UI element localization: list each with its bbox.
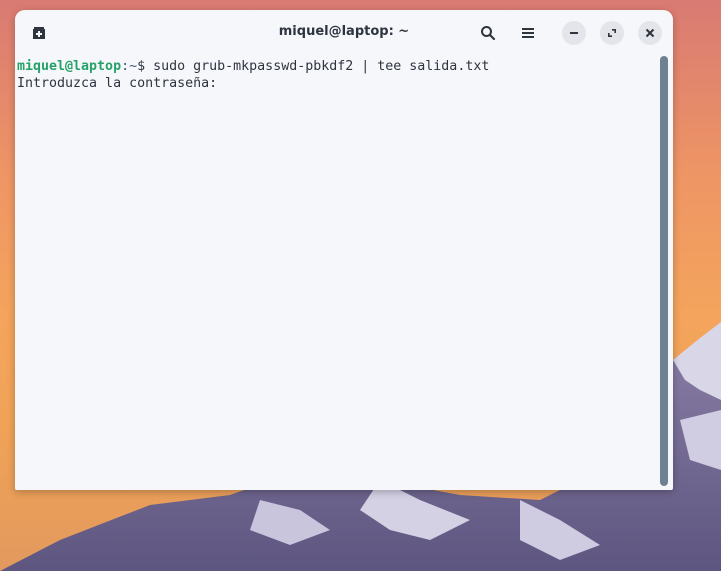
- titlebar[interactable]: miquel@laptop: ~: [15, 10, 673, 56]
- prompt-user: miquel@laptop: [17, 59, 122, 74]
- minimize-button[interactable]: [562, 21, 586, 45]
- maximize-button[interactable]: [600, 21, 624, 45]
- maximize-icon: [608, 29, 616, 37]
- prompt-path: :~: [121, 59, 138, 74]
- hamburger-menu-icon: [522, 28, 534, 38]
- command-text: sudo grub-mkpasswd-pbkdf2 | tee salida.t…: [153, 59, 490, 74]
- new-tab-button[interactable]: [27, 24, 51, 42]
- prompt-symbol: $: [137, 59, 154, 74]
- minimize-icon: [570, 32, 578, 34]
- new-tab-icon: [33, 27, 45, 39]
- terminal-window: miquel@laptop: ~ miquel@laptop:~$ sudo g…: [15, 10, 673, 490]
- menu-button[interactable]: [516, 21, 540, 45]
- scrollbar[interactable]: [660, 56, 668, 486]
- command-line: miquel@laptop:~$ sudo grub-mkpasswd-pbkd…: [17, 58, 659, 75]
- terminal-output[interactable]: miquel@laptop:~$ sudo grub-mkpasswd-pbkd…: [15, 56, 659, 490]
- search-button[interactable]: [476, 21, 500, 45]
- output-line: Introduzca la contraseña:: [17, 76, 218, 91]
- close-button[interactable]: [638, 21, 662, 45]
- search-icon: [481, 26, 496, 41]
- close-icon: [645, 28, 655, 38]
